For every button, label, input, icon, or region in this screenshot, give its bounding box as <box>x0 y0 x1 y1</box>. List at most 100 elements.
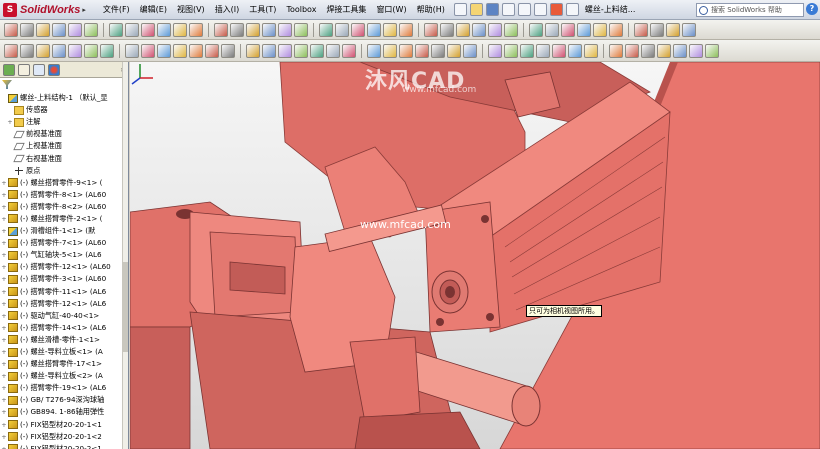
menu-item-8[interactable]: 帮助(H) <box>412 0 450 20</box>
menu-item-1[interactable]: 编辑(E) <box>135 0 172 20</box>
view-toolbar-tool-4-icon[interactable] <box>68 22 82 37</box>
expand-toggle-icon[interactable]: + <box>0 261 8 273</box>
tree-item[interactable]: + (-) 搭臂零件-12<1> (AL60 <box>0 261 123 273</box>
view-toolbar-tool-33-icon[interactable] <box>577 22 591 37</box>
tab-feature-manager[interactable] <box>3 63 15 76</box>
scrollbar-thumb[interactable] <box>123 262 128 352</box>
tree-item[interactable]: 原点 <box>0 165 123 177</box>
tree-item[interactable]: + (-) 搭臂零件-8<1> (AL60 <box>0 189 123 201</box>
assembly-toolbar-tool-9-icon[interactable] <box>157 43 171 58</box>
view-toolbar-tool-20-icon[interactable] <box>351 22 365 37</box>
view-toolbar-tool-32-icon[interactable] <box>561 22 575 37</box>
expand-toggle-icon[interactable]: + <box>0 225 8 237</box>
view-toolbar-tool-19-icon[interactable] <box>335 22 349 37</box>
assembly-toolbar-tool-37-icon[interactable] <box>641 43 655 58</box>
tree-item[interactable]: 上视基准面 <box>0 140 123 152</box>
tree-item[interactable]: + (-) 螺丝搭臂零件-2<1> ( <box>0 213 123 225</box>
tree-item[interactable]: 右视基准面 <box>0 152 123 164</box>
assembly-toolbar-tool-32-icon[interactable] <box>552 43 566 58</box>
assembly-toolbar-tool-15-icon[interactable] <box>262 43 276 58</box>
assembly-toolbar-tool-33-icon[interactable] <box>568 43 582 58</box>
menu-item-6[interactable]: 焊接工具集 <box>321 0 371 20</box>
assembly-toolbar-tool-40-icon[interactable] <box>689 43 703 58</box>
view-toolbar-tool-8-icon[interactable] <box>141 22 155 37</box>
view-toolbar-tool-5-icon[interactable] <box>84 22 98 37</box>
view-toolbar-tool-13-icon[interactable] <box>230 22 244 37</box>
tree-item[interactable]: + (-) 搭臂零件-12<1> (AL6 <box>0 298 123 310</box>
expand-toggle-icon[interactable]: + <box>0 298 8 310</box>
view-toolbar-tool-21-icon[interactable] <box>367 22 381 37</box>
assembly-toolbar-tool-34-icon[interactable] <box>584 43 598 58</box>
print-icon[interactable] <box>501 3 515 16</box>
tree-item[interactable]: + (-) GB/ T276-94深沟球轴 <box>0 394 123 406</box>
assembly-model[interactable] <box>130 62 820 449</box>
tree-item[interactable]: + (-) 搭臂零件-11<1> (AL6 <box>0 286 123 298</box>
assembly-toolbar-tool-4-icon[interactable] <box>68 43 82 58</box>
view-toolbar-tool-37-icon[interactable] <box>650 22 664 37</box>
view-toolbar-tool-25-icon[interactable] <box>440 22 454 37</box>
menu-item-4[interactable]: 工具(T) <box>244 0 281 20</box>
assembly-toolbar-tool-6-icon[interactable] <box>100 43 114 58</box>
view-toolbar-tool-34-icon[interactable] <box>593 22 607 37</box>
view-toolbar-tool-31-icon[interactable] <box>545 22 559 37</box>
assembly-toolbar-tool-0-icon[interactable] <box>4 43 18 58</box>
view-toolbar-tool-9-icon[interactable] <box>157 22 171 37</box>
assembly-toolbar-tool-31-icon[interactable] <box>536 43 550 58</box>
view-toolbar-tool-24-icon[interactable] <box>424 22 438 37</box>
assembly-toolbar-tool-11-icon[interactable] <box>189 43 203 58</box>
expand-toggle-icon[interactable]: + <box>0 370 8 382</box>
menu-item-2[interactable]: 视图(V) <box>172 0 210 20</box>
assembly-toolbar-tool-29-icon[interactable] <box>504 43 518 58</box>
assembly-toolbar-tool-41-icon[interactable] <box>705 43 719 58</box>
assembly-toolbar-tool-24-icon[interactable] <box>415 43 429 58</box>
assembly-toolbar-tool-18-icon[interactable] <box>310 43 324 58</box>
view-toolbar-tool-39-icon[interactable] <box>682 22 696 37</box>
expand-toggle-icon[interactable]: + <box>0 334 8 346</box>
expand-toggle-icon[interactable]: + <box>0 346 8 358</box>
tree-item[interactable]: + (-) 搭臂零件-8<2> (AL60 <box>0 201 123 213</box>
view-toolbar-tool-23-icon[interactable] <box>399 22 413 37</box>
expand-toggle-icon[interactable]: + <box>0 273 8 285</box>
assembly-toolbar-tool-20-icon[interactable] <box>342 43 356 58</box>
tree-item[interactable]: + (-) 滑槽组件-1<1> (默 <box>0 225 123 237</box>
expand-toggle-icon[interactable]: + <box>0 358 8 370</box>
view-toolbar-tool-1-icon[interactable] <box>20 22 34 37</box>
tab-property-manager[interactable] <box>18 63 30 76</box>
tree-item[interactable]: + (-) FIX铝型材20-20-1<1 <box>0 419 123 431</box>
tree-item[interactable]: + (-) 螺丝搭臂零件-17<1> <box>0 358 123 370</box>
tree-item[interactable]: + (-) 搭臂零件-3<1> (AL60 <box>0 273 123 285</box>
assembly-toolbar-tool-13-icon[interactable] <box>221 43 235 58</box>
view-toolbar-tool-22-icon[interactable] <box>383 22 397 37</box>
filter-icon[interactable] <box>2 80 12 89</box>
view-toolbar-tool-6-icon[interactable] <box>109 22 123 37</box>
tree-item[interactable]: 传感器 <box>0 104 123 116</box>
options-gear-icon[interactable] <box>565 3 579 16</box>
assembly-toolbar-tool-25-icon[interactable] <box>431 43 445 58</box>
assembly-toolbar-tool-19-icon[interactable] <box>326 43 340 58</box>
expand-toggle-icon[interactable]: + <box>0 189 8 201</box>
tree-item[interactable]: + (-) FIX铝型材20-20-2<1 <box>0 443 123 449</box>
graphics-viewport[interactable]: 沐风CAD www.mfcad.com www.mfcad.com 只可为相机视… <box>130 62 820 449</box>
view-toolbar-tool-18-icon[interactable] <box>319 22 333 37</box>
expand-toggle-icon[interactable]: + <box>0 431 8 443</box>
view-toolbar-tool-2-icon[interactable] <box>36 22 50 37</box>
tree-scrollbar[interactable] <box>122 62 128 449</box>
tree-item[interactable]: + (-) 螺丝-导料立板<1> (A <box>0 346 123 358</box>
view-toolbar-tool-11-icon[interactable] <box>189 22 203 37</box>
view-toolbar-tool-26-icon[interactable] <box>456 22 470 37</box>
view-toolbar-tool-3-icon[interactable] <box>52 22 66 37</box>
tree-item[interactable]: + (-) 气缸轴块-5<1> (AL6 <box>0 249 123 261</box>
assembly-toolbar-tool-39-icon[interactable] <box>673 43 687 58</box>
view-toolbar-tool-36-icon[interactable] <box>634 22 648 37</box>
assembly-toolbar-tool-26-icon[interactable] <box>447 43 461 58</box>
view-toolbar-tool-16-icon[interactable] <box>278 22 292 37</box>
view-toolbar-tool-0-icon[interactable] <box>4 22 18 37</box>
tab-configuration-manager[interactable] <box>33 63 45 76</box>
assembly-toolbar-tool-3-icon[interactable] <box>52 43 66 58</box>
expand-toggle-icon[interactable]: + <box>0 419 8 431</box>
open-folder-icon[interactable] <box>469 3 483 16</box>
view-toolbar-tool-7-icon[interactable] <box>125 22 139 37</box>
tree-item[interactable]: + (-) 螺丝搭臂零件-9<1> ( <box>0 177 123 189</box>
expand-toggle-icon[interactable]: + <box>0 322 8 334</box>
save-icon[interactable] <box>485 3 499 16</box>
